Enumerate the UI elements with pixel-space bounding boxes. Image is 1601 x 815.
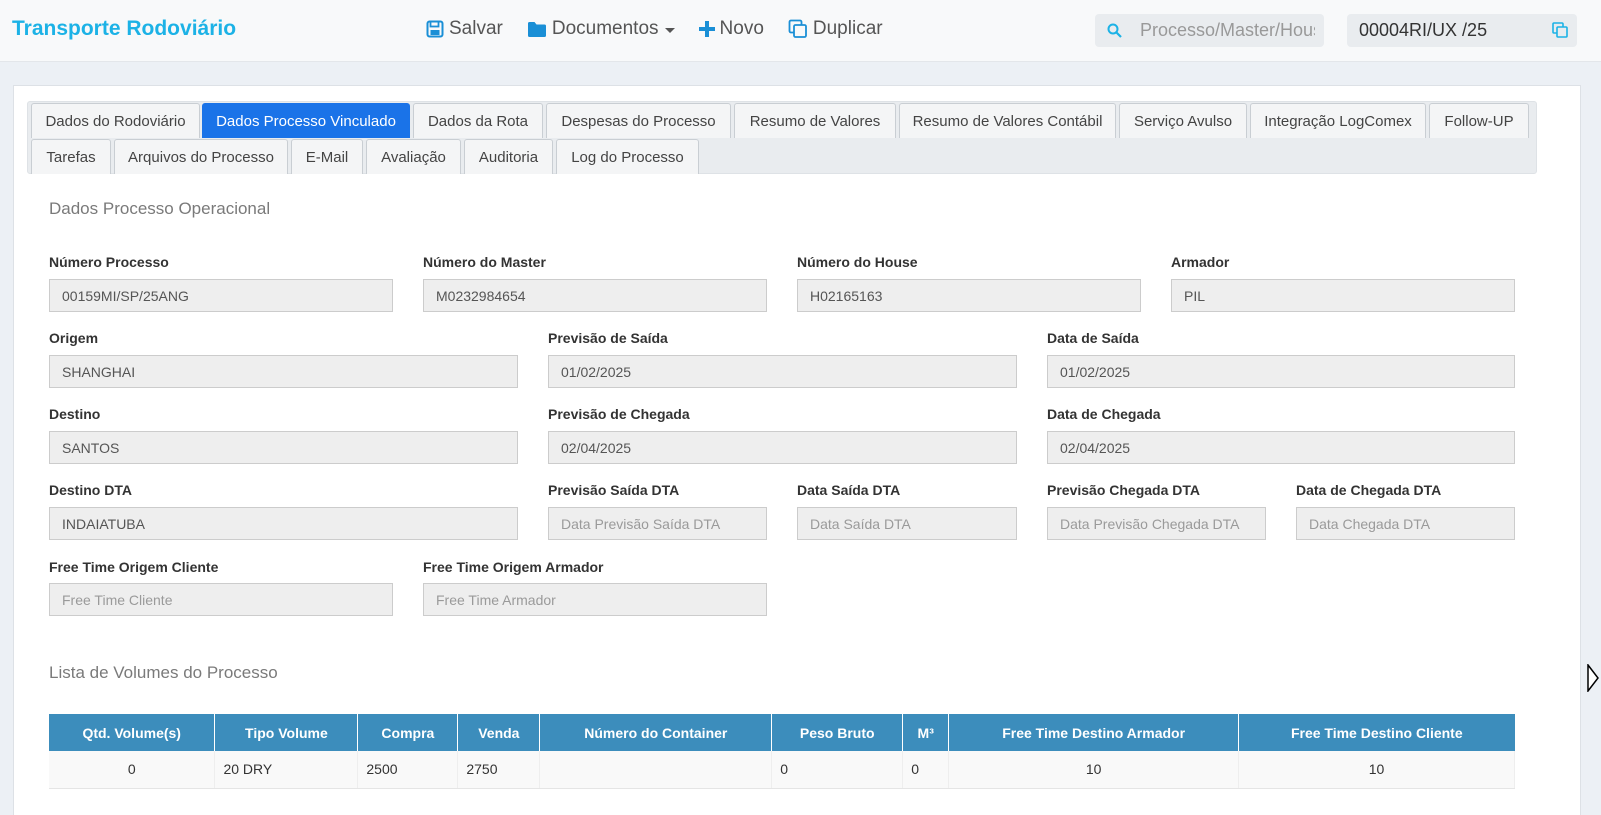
new-label: Novo: [719, 18, 764, 39]
current-process-field[interactable]: 00004RI/UX /25: [1347, 14, 1577, 47]
table-cell: 2750: [457, 751, 541, 789]
column-header[interactable]: Número do Container: [539, 714, 773, 751]
toolbar: Salvar Documentos Novo Duplicar: [426, 18, 907, 40]
tab-despesas-processo[interactable]: Despesas do Processo: [546, 103, 731, 138]
free-time-origem-armador-field[interactable]: [423, 583, 767, 616]
copy-icon[interactable]: [1552, 22, 1568, 38]
previsao-chegada-label: Previsão de Chegada: [548, 406, 690, 422]
app-title: Transporte Rodoviário: [12, 17, 237, 40]
tab-servico-avulso[interactable]: Serviço Avulso: [1119, 103, 1247, 138]
copy-icon: [788, 19, 807, 38]
tab-log-processo[interactable]: Log do Processo: [556, 139, 699, 174]
free-time-origem-cliente-field[interactable]: [49, 583, 393, 616]
destino-dta-label: Destino DTA: [49, 482, 132, 498]
data-saida-dta-field[interactable]: [797, 507, 1017, 540]
origem-label: Origem: [49, 330, 99, 346]
previsao-chegada-dta-field[interactable]: [1047, 507, 1266, 540]
numero-master-field[interactable]: [423, 279, 767, 312]
numero-processo-label: Número Processo: [49, 254, 169, 270]
table-header-row: Qtd. Volume(s) Tipo Volume Compra Venda …: [49, 714, 1515, 751]
table-cell: 0: [771, 751, 904, 789]
previsao-saida-label: Previsão de Saída: [548, 330, 668, 346]
data-saida-field[interactable]: [1047, 355, 1515, 388]
previsao-saida-field[interactable]: [548, 355, 1017, 388]
folder-icon: [527, 21, 546, 37]
save-label: Salvar: [449, 18, 503, 39]
tab-resumo-valores[interactable]: Resumo de Valores: [734, 103, 896, 138]
armador-field[interactable]: [1171, 279, 1515, 312]
table-cell: 0: [49, 751, 216, 789]
tab-dados-rodoviario[interactable]: Dados do Rodoviário: [31, 103, 200, 138]
section-title-operational: Dados Processo Operacional: [49, 199, 271, 218]
tab-arquivos-processo[interactable]: Arquivos do Processo: [114, 139, 288, 174]
tab-resumo-valores-contabil[interactable]: Resumo de Valores Contábil: [899, 103, 1116, 138]
current-process-value: 00004RI/UX /25: [1359, 20, 1488, 40]
documents-dropdown[interactable]: Documentos: [527, 18, 675, 40]
save-icon: [426, 20, 444, 38]
tab-tarefas[interactable]: Tarefas: [31, 139, 111, 174]
tab-follow-up[interactable]: Follow-UP: [1429, 103, 1529, 138]
tab-dados-rota[interactable]: Dados da Rota: [413, 103, 543, 138]
data-saida-dta-label: Data Saída DTA: [797, 482, 901, 498]
destino-field[interactable]: [49, 431, 518, 464]
mouse-cursor-icon: [1587, 664, 1599, 692]
data-chegada-label: Data de Chegada: [1047, 406, 1161, 422]
column-header[interactable]: Venda: [457, 714, 541, 751]
documents-label: Documentos: [551, 18, 659, 39]
previsao-saida-dta-label: Previsão Saída DTA: [548, 482, 680, 498]
table-cell: 10: [1238, 751, 1515, 789]
table-cell: 10: [948, 751, 1240, 789]
column-header[interactable]: Free Time Destino Armador: [948, 714, 1240, 751]
table-cell: 0: [902, 751, 950, 789]
column-header[interactable]: Tipo Volume: [214, 714, 359, 751]
destino-dta-field[interactable]: [49, 507, 518, 540]
chevron-down-icon: [664, 27, 675, 33]
numero-house-field[interactable]: [797, 279, 1141, 312]
column-header[interactable]: Compra: [357, 714, 459, 751]
main-panel: Dados do Rodoviário Dados Processo Vincu…: [13, 85, 1581, 815]
numero-processo-field[interactable]: [49, 279, 393, 312]
tab-integracao-logcomex[interactable]: Integração LogComex: [1250, 103, 1426, 138]
table-cell: 20 DRY: [214, 751, 359, 789]
tab-email[interactable]: E-Mail: [291, 139, 363, 174]
free-time-origem-armador-label: Free Time Origem Armador: [423, 559, 604, 575]
search-input[interactable]: [1140, 20, 1315, 41]
save-button[interactable]: Salvar: [426, 18, 503, 40]
numero-house-label: Número do House: [797, 254, 918, 270]
table-cell: [539, 751, 773, 789]
previsao-saida-dta-field[interactable]: [548, 507, 767, 540]
free-time-origem-cliente-label: Free Time Origem Cliente: [49, 559, 219, 575]
data-chegada-dta-label: Data de Chegada DTA: [1296, 482, 1442, 498]
search-icon: [1107, 23, 1122, 38]
tab-dados-processo-vinculado[interactable]: Dados Processo Vinculado: [202, 103, 410, 138]
column-header[interactable]: M³: [902, 714, 950, 751]
tab-bar: Dados do Rodoviário Dados Processo Vincu…: [27, 101, 1537, 174]
top-bar: Transporte Rodoviário Salvar Documentos …: [0, 0, 1601, 62]
column-header[interactable]: Qtd. Volume(s): [49, 714, 216, 751]
column-header[interactable]: Free Time Destino Cliente: [1238, 714, 1515, 751]
data-chegada-dta-field[interactable]: [1296, 507, 1515, 540]
plus-icon: [698, 21, 715, 37]
process-search: [1095, 14, 1324, 47]
numero-master-label: Número do Master: [423, 254, 546, 270]
new-button[interactable]: Novo: [698, 18, 764, 40]
column-header[interactable]: Peso Bruto: [771, 714, 904, 751]
table-cell: 2500: [357, 751, 459, 789]
volumes-table: Qtd. Volume(s) Tipo Volume Compra Venda …: [49, 714, 1515, 789]
destino-label: Destino: [49, 406, 101, 422]
duplicate-button[interactable]: Duplicar: [788, 18, 883, 40]
duplicate-label: Duplicar: [812, 18, 883, 39]
previsao-chegada-field[interactable]: [548, 431, 1017, 464]
origem-field[interactable]: [49, 355, 518, 388]
tab-avaliacao[interactable]: Avaliação: [366, 139, 461, 174]
section-title-volumes: Lista de Volumes do Processo: [49, 663, 278, 682]
armador-label: Armador: [1171, 254, 1230, 270]
previsao-chegada-dta-label: Previsão Chegada DTA: [1047, 482, 1201, 498]
table-row[interactable]: 0 20 DRY 2500 2750 0 0 10 10: [49, 751, 1515, 789]
tab-auditoria[interactable]: Auditoria: [464, 139, 553, 174]
data-chegada-field[interactable]: [1047, 431, 1515, 464]
data-saida-label: Data de Saída: [1047, 330, 1139, 346]
